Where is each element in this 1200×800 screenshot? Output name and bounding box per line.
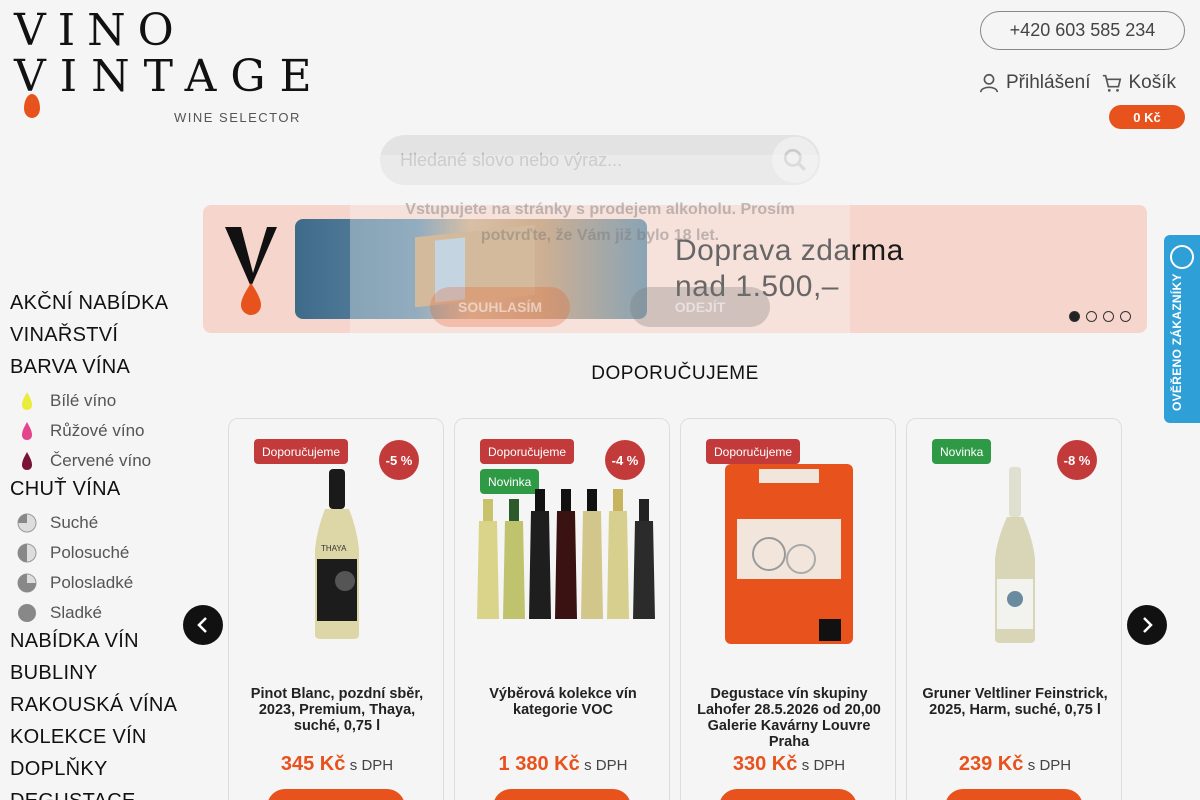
nav-bile-vino[interactable]: Bílé víno: [10, 386, 200, 416]
nav-polosladke[interactable]: Polosladké: [10, 568, 200, 598]
nav-kolekce-vin[interactable]: KOLEKCE VÍN: [10, 724, 200, 756]
price-value: 1 380 Kč: [498, 753, 580, 775]
banner-dot-2[interactable]: [1086, 311, 1097, 322]
chevron-left-icon: [197, 617, 207, 633]
add-to-cart-button[interactable]: [267, 789, 405, 800]
price-vat: s DPH: [1027, 757, 1072, 774]
nav-akcni-nabidka[interactable]: AKČNÍ NABÍDKA: [10, 290, 200, 322]
phone-button[interactable]: +420 603 585 234: [980, 11, 1185, 50]
product-image: THAYA: [315, 469, 359, 639]
cart-icon: [1102, 74, 1121, 92]
banner-dot-3[interactable]: [1103, 311, 1114, 322]
age-agree-button[interactable]: SOUHLASÍM: [430, 287, 570, 327]
age-verification-text: Vstupujete na stránky s prodejem alkohol…: [405, 201, 795, 244]
product-name[interactable]: Výběrová kolekce vín kategorie VOC: [461, 686, 665, 718]
semi-dry-taste-icon: [17, 543, 37, 563]
product-card[interactable]: Doporučujeme Novinka -4 % Výběrová kolek…: [454, 418, 670, 800]
nav-sladke-label: Sladké: [50, 603, 102, 622]
section-title-recommended: DOPORUČUJEME: [591, 363, 759, 384]
price-vat: s DPH: [801, 757, 846, 774]
chevron-right-icon: [1143, 617, 1153, 633]
product-price: 330 Kč s DPH: [681, 753, 897, 776]
nav-nabidka-vin[interactable]: NABÍDKA VÍN: [10, 628, 200, 660]
banner-dot-1[interactable]: [1069, 311, 1080, 322]
login-link[interactable]: Přihlášení: [978, 72, 1091, 94]
nav-sladke[interactable]: Sladké: [10, 598, 200, 628]
vino-vintage-v-icon: [225, 227, 277, 315]
verified-by-customers-badge[interactable]: OVĚŘENO ZÁKAZNÍKY: [1164, 235, 1200, 423]
white-wine-drop-icon: [22, 392, 32, 410]
verified-badge-text: OVĚŘENO ZÁKAZNÍKY: [1170, 273, 1184, 411]
svg-text:THAYA: THAYA: [321, 544, 347, 553]
nav-polosuche[interactable]: Polosuché: [10, 538, 200, 568]
product-card[interactable]: Doporučujeme -5 % THAYA Pinot Blanc, poz…: [228, 418, 444, 800]
product-name[interactable]: Degustace vín skupiny Lahofer 28.5.2026 …: [687, 686, 891, 750]
nav-vinarstvi[interactable]: VINAŘSTVÍ: [10, 322, 200, 354]
login-label: Přihlášení: [1006, 72, 1091, 93]
dry-taste-icon: [17, 513, 37, 533]
price-vat: s DPH: [584, 757, 628, 774]
nav-ruzove-vino-label: Růžové víno: [50, 421, 145, 440]
age-verification-dialog: Vstupujete na stránky s prodejem alkohol…: [350, 155, 850, 347]
nav-suche-label: Suché: [50, 513, 99, 532]
carousel-next-button[interactable]: [1127, 605, 1167, 645]
cart-link[interactable]: Košík: [1101, 72, 1177, 94]
price-vat: s DPH: [349, 757, 394, 774]
price-value: 330 Kč: [732, 753, 798, 775]
verified-seal-icon: [1170, 245, 1194, 269]
product-price: 345 Kč s DPH: [229, 753, 445, 776]
red-wine-drop-icon: [22, 452, 32, 470]
wine-drop-icon: [24, 94, 40, 118]
nav-suche[interactable]: Suché: [10, 508, 200, 538]
nav-chut-vina[interactable]: CHUŤ VÍNA: [10, 476, 200, 508]
product-card[interactable]: Novinka -8 % Gruner Veltliner Feinstrick…: [906, 418, 1122, 800]
carousel-prev-button[interactable]: [183, 605, 223, 645]
nav-ruzove-vino[interactable]: Růžové víno: [10, 416, 200, 446]
cart-label: Košík: [1128, 72, 1177, 93]
logo-line-2: VINTAGE: [14, 51, 326, 102]
nav-polosladke-label: Polosladké: [50, 573, 134, 592]
nav-polosuche-label: Polosuché: [50, 543, 130, 562]
nav-rakouska-vina[interactable]: RAKOUSKÁ VÍNA: [10, 692, 200, 724]
add-to-cart-button[interactable]: [719, 789, 857, 800]
nav-bile-vino-label: Bílé víno: [50, 391, 117, 410]
banner-pagination: [1069, 311, 1131, 322]
product-image: [995, 467, 1035, 643]
nav-bubliny[interactable]: BUBLINY: [10, 660, 200, 692]
banner-dot-4[interactable]: [1120, 311, 1131, 322]
product-image: [477, 489, 655, 619]
price-value: 239 Kč: [958, 753, 1024, 775]
sweet-taste-icon: [18, 604, 36, 622]
age-leave-button[interactable]: ODEJÍT: [630, 287, 770, 327]
product-name[interactable]: Gruner Veltliner Feinstrick, 2025, Harm,…: [913, 686, 1117, 718]
add-to-cart-button[interactable]: [945, 789, 1083, 800]
price-value: 345 Kč: [280, 753, 346, 775]
cart-total-badge[interactable]: 0 Kč: [1109, 105, 1185, 129]
logo-line-1: VINO: [14, 5, 186, 56]
add-to-cart-button[interactable]: [493, 789, 631, 800]
logo-tagline: WINE SELECTOR: [174, 110, 301, 125]
semi-sweet-taste-icon: [17, 573, 37, 593]
nav-doplnky[interactable]: DOPLŇKY: [10, 756, 200, 788]
site-logo[interactable]: VINO VINTAGE WINE SELECTOR: [14, 8, 314, 128]
product-image: [725, 464, 853, 644]
nav-degustace[interactable]: DEGUSTACE: [10, 788, 200, 800]
nav-cervene-vino-label: Červené víno: [50, 451, 152, 470]
rose-wine-drop-icon: [22, 422, 32, 440]
product-name[interactable]: Pinot Blanc, pozdní sběr, 2023, Premium,…: [235, 686, 439, 734]
user-icon: [979, 73, 999, 93]
product-price: 239 Kč s DPH: [907, 753, 1123, 776]
product-price: 1 380 Kč s DPH: [455, 753, 671, 776]
user-links: Přihlášení Košík: [978, 72, 1176, 94]
product-card[interactable]: Doporučujeme Degustace vín skupiny Lahof…: [680, 418, 896, 800]
nav-cervene-vino[interactable]: Červené víno: [10, 446, 200, 476]
